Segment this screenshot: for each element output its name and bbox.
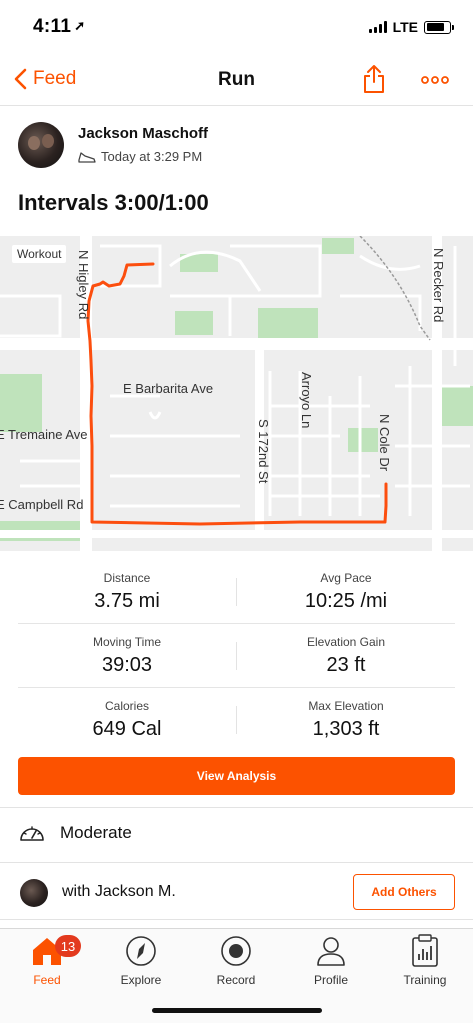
- activity-title: Intervals 3:00/1:00: [18, 190, 209, 215]
- tab-label: Training: [403, 973, 447, 987]
- location-arrow-icon: ➚: [74, 18, 86, 33]
- chevron-left-icon: [14, 68, 27, 90]
- signal-icon: [368, 21, 387, 33]
- stat-max-elevation: Max Elevation 1,303 ft: [237, 688, 455, 752]
- stat-label: Elevation Gain: [306, 635, 386, 649]
- street-label-tremaine: E Tremaine Ave: [0, 427, 88, 442]
- street-label-barbarita: E Barbarita Ave: [123, 381, 214, 396]
- effort-label: Moderate: [60, 823, 132, 842]
- share-button[interactable]: [362, 64, 386, 99]
- stat-label: Moving Time: [92, 635, 162, 649]
- tab-feed[interactable]: 13 Feed: [0, 933, 94, 987]
- workout-tag: Workout: [12, 245, 67, 263]
- tab-label: Explore: [120, 973, 162, 987]
- stat-moving-time: Moving Time 39:03: [18, 624, 236, 688]
- stat-distance: Distance 3.75 mi: [18, 560, 236, 624]
- tab-explore[interactable]: Explore: [94, 933, 188, 987]
- stat-label: Distance: [103, 571, 151, 585]
- activity-meta: Today at 3:29 PM: [78, 149, 202, 164]
- street-label-recker: N Recker Rd: [431, 248, 446, 323]
- tab-icon-wrap: [378, 933, 472, 969]
- with-athlete-label[interactable]: with Jackson M.: [62, 883, 176, 901]
- tab-icon-wrap: 13: [0, 933, 94, 969]
- activity-time: Today at 3:29 PM: [101, 149, 203, 164]
- tab-icon-wrap: [189, 933, 283, 969]
- divider: [0, 807, 473, 808]
- avatar[interactable]: [20, 879, 48, 907]
- perceived-exertion-row[interactable]: Moderate: [18, 822, 132, 844]
- back-label: Feed: [33, 68, 77, 89]
- compass-icon: [126, 936, 156, 966]
- share-icon: [364, 65, 384, 93]
- street-label-s172: S 172nd St: [256, 419, 271, 484]
- notification-badge: 13: [55, 935, 81, 957]
- view-analysis-button[interactable]: View Analysis: [18, 757, 455, 795]
- tab-icon-wrap: [94, 933, 188, 969]
- stat-value: 39:03: [101, 654, 153, 676]
- tab-label: Record: [216, 973, 256, 987]
- training-log-icon: [412, 934, 438, 967]
- stat-avg-pace: Avg Pace 10:25 /mi: [237, 560, 455, 624]
- profile-icon: [317, 937, 345, 966]
- street-label-campbell: E Campbell Rd: [0, 497, 84, 512]
- street-label-cole: N Cole Dr: [377, 414, 392, 472]
- home-indicator: [152, 1008, 322, 1013]
- add-others-button[interactable]: Add Others: [353, 874, 455, 910]
- street-label-arroyo: Arroyo Ln: [299, 372, 314, 429]
- more-dots-icon: [421, 76, 449, 84]
- avatar[interactable]: [18, 122, 64, 168]
- record-icon: [221, 936, 251, 966]
- tab-record[interactable]: Record: [189, 933, 283, 987]
- group-activity-row: with Jackson M. Add Others: [18, 874, 455, 910]
- nav-bar: Feed Run: [0, 56, 473, 106]
- status-indicators: LTE: [368, 19, 454, 35]
- athlete-name[interactable]: Jackson Maschoff: [78, 125, 208, 142]
- stat-elevation-gain: Elevation Gain 23 ft: [237, 624, 455, 688]
- stat-value: 3.75 mi: [94, 590, 160, 612]
- stat-value: 10:25 /mi: [304, 590, 388, 612]
- stats-grid: Distance 3.75 mi Avg Pace 10:25 /mi Movi…: [18, 560, 455, 752]
- clock-text: 4:11: [33, 16, 72, 37]
- divider: [0, 919, 473, 920]
- gauge-icon: [20, 826, 44, 841]
- stats-row: Moving Time 39:03 Elevation Gain 23 ft: [18, 624, 455, 688]
- status-bar: 4:11 ➚ LTE: [0, 0, 473, 56]
- tab-training[interactable]: Training: [378, 933, 472, 987]
- stat-label: Max Elevation: [308, 699, 384, 713]
- tab-icon-wrap: [284, 933, 378, 969]
- stat-value: 1,303 ft: [312, 718, 380, 740]
- stats-row: Distance 3.75 mi Avg Pace 10:25 /mi: [18, 560, 455, 624]
- street-label-higley: N Higley Rd: [76, 250, 91, 320]
- network-label: LTE: [392, 19, 418, 35]
- stats-row: Calories 649 Cal Max Elevation 1,303 ft: [18, 688, 455, 752]
- more-button[interactable]: [421, 72, 449, 90]
- tab-profile[interactable]: Profile: [284, 933, 378, 987]
- battery-icon: [424, 20, 454, 34]
- back-button[interactable]: Feed: [14, 68, 76, 90]
- shoe-icon: [78, 151, 96, 163]
- tab-label: Profile: [313, 973, 348, 987]
- stat-label: Avg Pace: [320, 571, 372, 585]
- stat-label: Calories: [104, 699, 149, 713]
- stat-value: 23 ft: [326, 654, 366, 676]
- status-time: 4:11 ➚: [33, 16, 85, 38]
- tab-label: Feed: [33, 973, 61, 987]
- divider: [0, 862, 473, 863]
- stat-value: 649 Cal: [92, 718, 162, 740]
- route-map[interactable]: Workout N Higley Rd N Recker Rd E Barbar…: [0, 236, 473, 551]
- stat-calories: Calories 649 Cal: [18, 688, 236, 752]
